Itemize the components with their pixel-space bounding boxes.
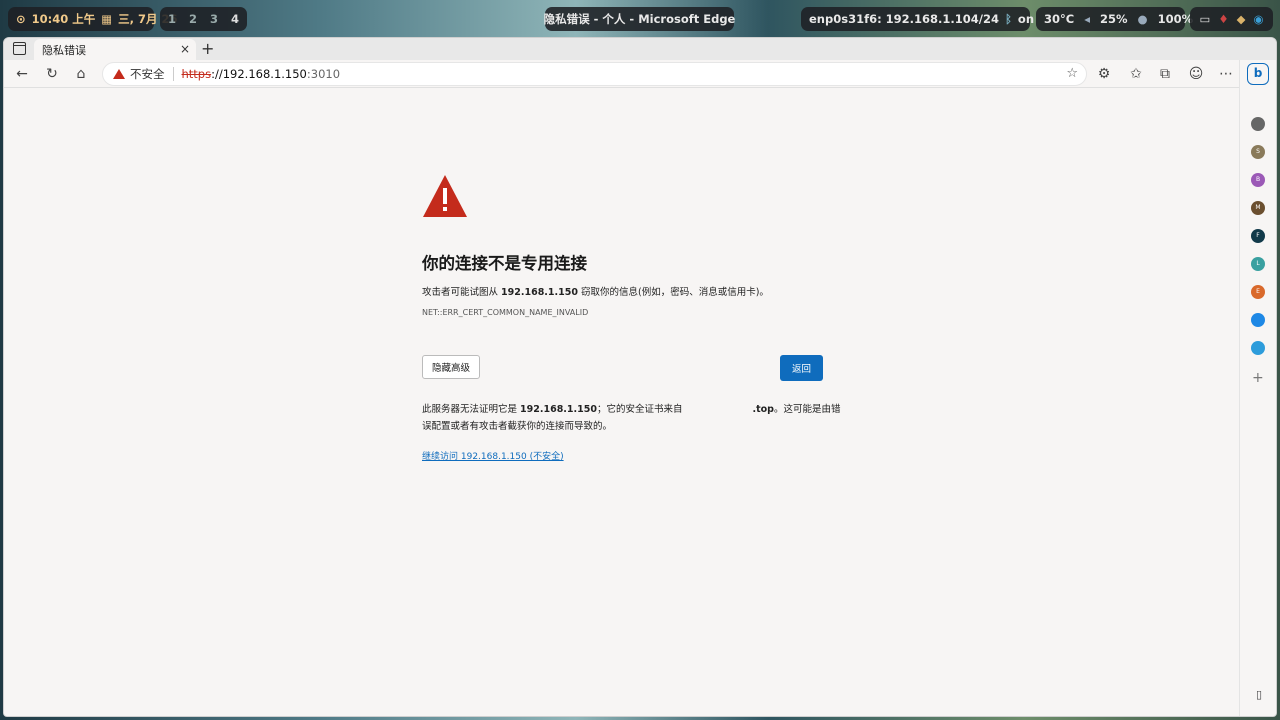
sidebar-app-icon[interactable]: B bbox=[1251, 173, 1265, 187]
hide-advanced-button[interactable]: 隐藏高级 bbox=[422, 355, 480, 379]
clock-widget[interactable]: ⊙ 10:40 上午 ▦ 三, 7月 26 bbox=[8, 7, 178, 31]
mic-level: 100% bbox=[1157, 12, 1194, 26]
sidebar-app-icon[interactable]: E bbox=[1251, 285, 1265, 299]
error-heading: 你的连接不是专用连接 bbox=[422, 254, 587, 273]
workspace-3[interactable]: 3 bbox=[210, 12, 218, 26]
error-code[interactable]: NET::ERR_CERT_COMMON_NAME_INVALID bbox=[422, 308, 588, 317]
desc-text-pre: 攻击者可能试图从 bbox=[422, 287, 502, 298]
edge-sidebar: b SBMFLE + ▯ ⚙ bbox=[1239, 60, 1276, 716]
url-scheme: https bbox=[181, 67, 212, 81]
bluetooth-icon: ᛒ bbox=[1005, 12, 1012, 26]
browser-toolbar: ← ↻ ⌂ 不安全 https://192.168.1.150:3010 ☆ ⚙… bbox=[4, 60, 1276, 88]
tab-actions-icon[interactable] bbox=[13, 42, 26, 55]
active-window-title: 隐私错误 - 个人 - Microsoft Edge bbox=[544, 7, 735, 31]
browser-window: 隐私错误 × + ← ↻ ⌂ 不安全 https://192.168.1.150… bbox=[3, 37, 1277, 717]
system-status[interactable]: 30°C ◂ 25% ● 100% bbox=[1036, 7, 1193, 31]
url-port: :3010 bbox=[306, 67, 341, 81]
desc-text-post: 窃取你的信息(例如，密码、消息或信用卡)。 bbox=[577, 287, 769, 298]
sidebar-app-icon[interactable] bbox=[1251, 341, 1265, 355]
back-arrow-icon[interactable]: ← bbox=[13, 65, 31, 83]
settings-gear-icon[interactable]: ⚙ bbox=[1250, 714, 1268, 716]
tray-app-icon[interactable]: ♦ bbox=[1218, 12, 1228, 26]
detail-host: 192.168.1.150 bbox=[520, 404, 597, 415]
not-secure-icon[interactable] bbox=[113, 69, 125, 79]
detail-text-pre: 此服务器无法证明它是 bbox=[422, 404, 521, 415]
sidebar-app-icon[interactable]: L bbox=[1251, 257, 1265, 271]
workspace-2[interactable]: 2 bbox=[189, 12, 197, 26]
tab-title: 隐私错误 bbox=[42, 43, 86, 57]
sidebar-add-icon[interactable]: + bbox=[1252, 370, 1264, 386]
page-content: 你的连接不是专用连接 攻击者可能试图从 192.168.1.150 窃取你的信息… bbox=[4, 89, 1240, 716]
close-tab-icon[interactable]: × bbox=[180, 42, 190, 56]
sidebar-toggle-icon[interactable]: ▯ bbox=[1250, 686, 1268, 704]
network-widget[interactable]: enp0s31f6: 192.168.1.104/24 ᛒ on bbox=[801, 7, 1034, 31]
warning-icon bbox=[423, 175, 467, 217]
detail-text-mid: ；它的安全证书来自 bbox=[596, 404, 683, 415]
bluetooth-status: on bbox=[1017, 12, 1035, 26]
clock-time: 10:40 上午 bbox=[31, 12, 96, 26]
collections-icon[interactable]: ⧉ bbox=[1156, 65, 1174, 83]
workspace-1[interactable]: 1 bbox=[168, 12, 176, 26]
extensions-icon[interactable]: ⚙ bbox=[1095, 65, 1113, 83]
sidebar-app-icon[interactable]: S bbox=[1251, 145, 1265, 159]
workspace-switcher[interactable]: 1 2 3 4 bbox=[160, 7, 247, 31]
favorites-icon[interactable]: ✩ bbox=[1127, 65, 1145, 83]
cat-icon[interactable]: ◆ bbox=[1237, 12, 1246, 26]
sidebar-app-icon[interactable]: F bbox=[1251, 229, 1265, 243]
more-menu-icon[interactable]: ⋯ bbox=[1217, 65, 1235, 83]
refresh-icon[interactable]: ↻ bbox=[43, 65, 61, 83]
sidebar-app-icon[interactable] bbox=[1251, 117, 1265, 131]
back-button[interactable]: 返回 bbox=[780, 355, 823, 381]
add-favorite-icon[interactable]: ☆ bbox=[1066, 66, 1078, 81]
microphone-icon: ● bbox=[1137, 12, 1148, 26]
error-description: 攻击者可能试图从 192.168.1.150 窃取你的信息(例如，密码、消息或信… bbox=[422, 284, 769, 298]
address-bar[interactable]: 不安全 https://192.168.1.150:3010 ☆ bbox=[102, 62, 1087, 86]
bing-copilot-icon[interactable]: b bbox=[1247, 63, 1269, 85]
tab-bar: 隐私错误 × + bbox=[4, 38, 1276, 60]
url-host: ://192.168.1.150 bbox=[211, 67, 307, 81]
proceed-unsafe-link[interactable]: 继续访问 192.168.1.150 (不安全) bbox=[422, 449, 564, 462]
keyboard-icon[interactable]: ▭ bbox=[1199, 12, 1210, 26]
volume-icon: ◂ bbox=[1084, 12, 1090, 26]
sidebar-app-icon[interactable]: M bbox=[1251, 201, 1265, 215]
network-label: enp0s31f6: 192.168.1.104/24 bbox=[809, 12, 1000, 26]
tab-privacy-error[interactable]: 隐私错误 × bbox=[34, 39, 196, 60]
address-separator bbox=[172, 67, 174, 81]
desc-host: 192.168.1.150 bbox=[501, 287, 578, 298]
clock-icon: ⊙ bbox=[16, 12, 26, 26]
security-label[interactable]: 不安全 bbox=[130, 66, 165, 82]
volume-level: 25% bbox=[1099, 12, 1128, 26]
edge-tray-icon[interactable]: ◉ bbox=[1254, 12, 1264, 26]
workspace-4[interactable]: 4 bbox=[231, 12, 239, 26]
home-icon[interactable]: ⌂ bbox=[72, 65, 90, 83]
system-top-bar: ⊙ 10:40 上午 ▦ 三, 7月 26 1 2 3 4 隐私错误 - 个人 … bbox=[0, 0, 1280, 37]
sidebar-app-icon[interactable] bbox=[1251, 313, 1265, 327]
advanced-detail: 此服务器无法证明它是 192.168.1.150；它的安全证书来自 .top。这可… bbox=[422, 401, 842, 435]
new-tab-icon[interactable]: + bbox=[201, 39, 214, 58]
profile-icon[interactable]: ☺ bbox=[1187, 65, 1205, 83]
calendar-icon: ▦ bbox=[101, 12, 113, 26]
temperature: 30°C bbox=[1044, 12, 1075, 26]
system-tray[interactable]: ▭ ♦ ◆ ◉ bbox=[1190, 7, 1273, 31]
detail-domain: .top bbox=[752, 404, 774, 415]
